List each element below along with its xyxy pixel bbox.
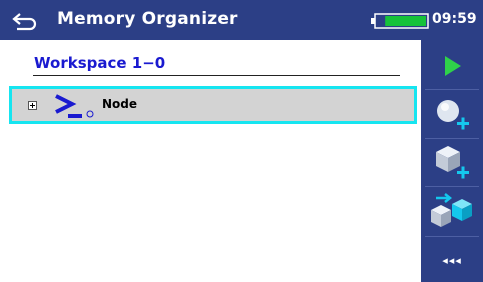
- tree-item-label: Node: [102, 97, 138, 111]
- page-title: Memory Organizer: [57, 9, 238, 29]
- add-node-icon: [437, 100, 469, 130]
- more-options-button[interactable]: ◂◂◂: [421, 240, 483, 280]
- battery-icon: [371, 13, 429, 29]
- add-node-button[interactable]: [421, 90, 483, 138]
- clock: 09:59: [432, 11, 477, 27]
- copy-structure-icon: [431, 193, 472, 227]
- header-bar: Memory Organizer 09:59: [0, 0, 483, 40]
- right-toolbar: ◂◂◂: [421, 40, 483, 282]
- back-arrow-icon[interactable]: [8, 5, 40, 35]
- expand-icon[interactable]: [28, 101, 37, 110]
- add-object-icon: [436, 146, 469, 179]
- tree-row-node[interactable]: Node: [9, 86, 417, 124]
- more-icon: ◂◂◂: [442, 253, 462, 267]
- workspace-underline: [33, 75, 400, 76]
- play-button[interactable]: [421, 44, 483, 88]
- node-icon: [55, 94, 94, 118]
- copy-structure-button[interactable]: [421, 187, 483, 235]
- memory-organizer-screen: Memory Organizer 09:59 Workspace 1−0 Nod…: [0, 0, 483, 282]
- workspace-title: Workspace 1−0: [34, 54, 166, 72]
- toolbar-divider: [425, 236, 479, 237]
- play-icon: [445, 56, 461, 76]
- add-object-button[interactable]: [421, 139, 483, 185]
